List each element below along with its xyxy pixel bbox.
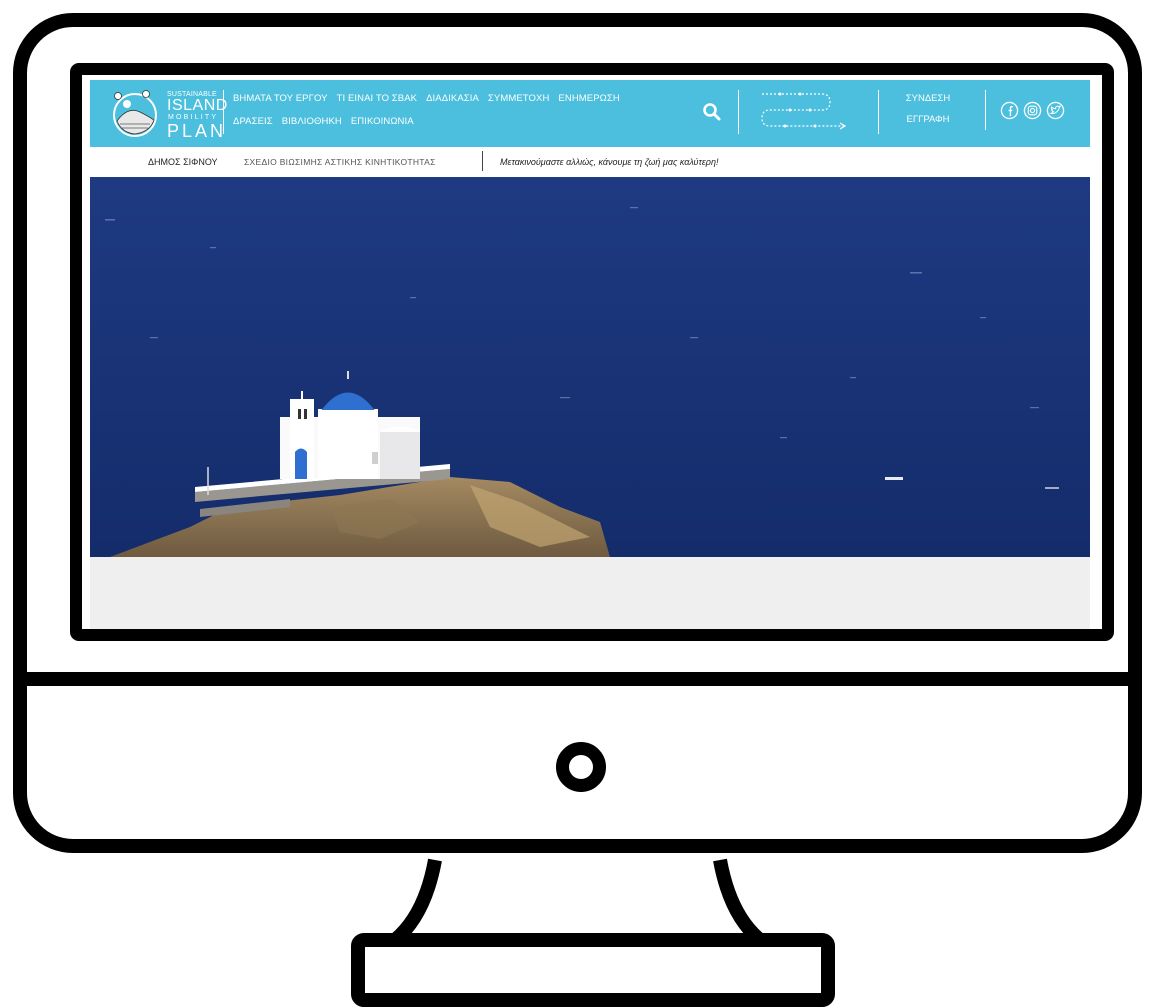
header-divider [985,90,986,130]
nav-item-contact[interactable]: ΕΠΙΚΟΙΝΩΝΙΑ [351,116,414,127]
route-icon [761,92,847,130]
facebook-icon[interactable] [1000,101,1019,120]
nav-item-project-steps[interactable]: ΒΗΜΑΤΑ ΤΟΥ ΕΡΓΟΥ [233,93,328,104]
nav-item-what-is-svak[interactable]: ΤΙ ΕΙΝΑΙ ΤΟ ΣΒΑΚ [337,93,418,104]
nav-item-actions[interactable]: ΔΡΑΣΕΙΣ [233,116,273,127]
header-divider [738,90,739,134]
nav-item-news[interactable]: ΕΝΗΜΕΡΩΣΗ [558,93,619,104]
monitor-screen: SUSTAINABLE ISLAND MOBILITY PLAN ΒΗΜΑΤΑ … [70,63,1114,641]
register-link[interactable]: ΕΓΓΡΑΦΗ [900,114,956,125]
website: SUSTAINABLE ISLAND MOBILITY PLAN ΒΗΜΑΤΑ … [90,80,1090,629]
site-logo[interactable]: SUSTAINABLE ISLAND MOBILITY PLAN [110,84,227,142]
twitter-icon[interactable] [1046,101,1065,120]
nav-item-library[interactable]: ΒΙΒΛΙΟΘΗΚΗ [282,116,342,127]
search-icon[interactable] [702,102,722,122]
social-links [1000,101,1065,120]
instagram-icon[interactable] [1023,101,1042,120]
nav-item-process[interactable]: ΔΙΑΔΙΚΑΣΙΑ [426,93,479,104]
nav-item-participation[interactable]: ΣΥΜΜΕΤΟΧΗ [488,93,550,104]
island-emblem-icon [113,90,157,137]
hero-image [90,177,1090,557]
monitor-chin-divider [13,672,1142,686]
tagline: Μετακινούμαστε αλλιώς, κάνουμε τη ζωή μα… [500,157,719,167]
header-divider [878,90,879,134]
main-nav-row-1: ΒΗΜΑΤΑ ΤΟΥ ΕΡΓΟΥ ΤΙ ΕΙΝΑΙ ΤΟ ΣΒΑΚ ΔΙΑΔΙΚ… [233,93,620,104]
logo-text-mobility: MOBILITY [168,114,219,121]
main-nav-row-2: ΔΡΑΣΕΙΣ ΒΙΒΛΙΟΘΗΚΗ ΕΠΙΚΟΙΝΩΝΙΑ [233,116,414,127]
subheader-bar: ΔΗΜΟΣ ΣΙΦΝΟΥ ΣΧΕΔΙΟ ΒΙΩΣΙΜΗΣ ΑΣΤΙΚΗΣ ΚΙΝ… [90,147,1090,177]
logo-text-island: ISLAND [167,97,228,114]
login-link[interactable]: ΣΥΝΔΕΣΗ [900,93,956,104]
auth-links: ΣΥΝΔΕΣΗ ΕΓΓΡΑΦΗ [900,93,956,135]
plan-title-label: ΣΧΕΔΙΟ ΒΙΩΣΙΜΗΣ ΑΣΤΙΚΗΣ ΚΙΝΗΤΙΚΟΤΗΤΑΣ [244,157,436,167]
power-button [556,742,606,792]
subheader-divider [482,151,483,171]
municipality-label: ΔΗΜΟΣ ΣΙΦΝΟΥ [148,157,218,167]
logo-text-plan: PLAN [167,121,227,141]
header-divider [223,90,224,134]
